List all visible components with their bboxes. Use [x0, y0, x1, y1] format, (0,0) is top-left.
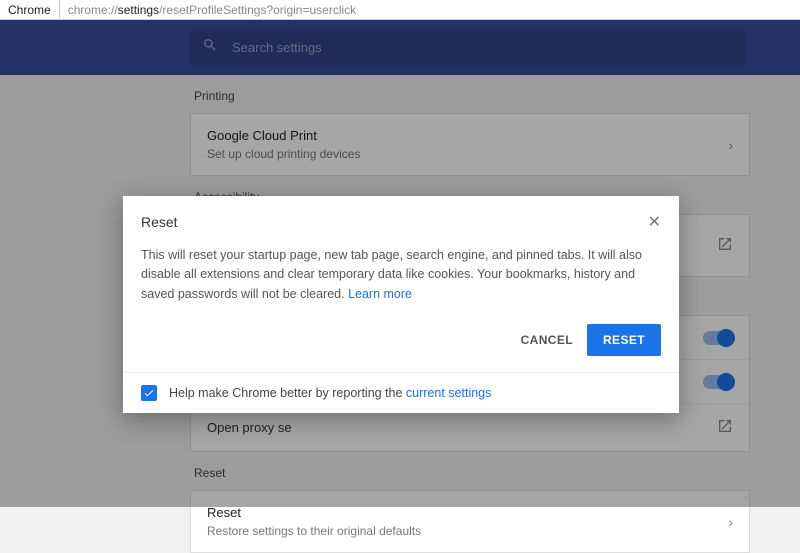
printing-card: Google Cloud Print Set up cloud printing… — [190, 113, 750, 176]
omnibox: Chrome chrome://settings/resetProfileSet… — [0, 0, 800, 20]
reset-row[interactable]: Reset Restore settings to their original… — [191, 491, 749, 552]
search-placeholder: Search settings — [232, 40, 322, 55]
url-host: settings — [118, 3, 159, 17]
external-link-icon — [717, 418, 733, 437]
close-icon[interactable]: ✕ — [648, 212, 661, 232]
report-label: Help make Chrome better by reporting the… — [169, 386, 491, 400]
chevron-right-icon: › — [728, 137, 733, 153]
reset-card: Reset Restore settings to their original… — [190, 490, 750, 553]
row-subtitle: Set up cloud printing devices — [207, 147, 360, 161]
search-icon — [202, 37, 218, 58]
section-printing-label: Printing — [194, 89, 750, 103]
url-bar[interactable]: chrome://settings/resetProfileSettings?o… — [60, 3, 364, 17]
row-title: Reset — [207, 505, 421, 520]
reset-button[interactable]: RESET — [587, 324, 661, 356]
app-label: Chrome — [0, 0, 60, 19]
row-title: Open proxy se — [207, 420, 292, 435]
report-checkbox[interactable] — [141, 385, 157, 401]
cancel-button[interactable]: CANCEL — [521, 333, 573, 347]
chevron-right-icon: › — [728, 514, 733, 530]
section-reset-label: Reset — [194, 466, 750, 480]
url-prefix: chrome:// — [68, 3, 118, 17]
url-path: /resetProfileSettings?origin=userclick — [159, 3, 356, 17]
external-link-icon — [717, 236, 733, 255]
check-icon — [143, 387, 155, 399]
learn-more-link[interactable]: Learn more — [348, 287, 412, 301]
toggle-on-icon[interactable] — [703, 375, 733, 389]
settings-header: Search settings — [0, 20, 800, 75]
current-settings-link[interactable]: current settings — [406, 386, 491, 400]
dialog-title: Reset — [141, 214, 178, 230]
row-subtitle: Restore settings to their original defau… — [207, 524, 421, 538]
reset-dialog: Reset ✕ This will reset your startup pag… — [123, 196, 679, 413]
dialog-body: This will reset your startup page, new t… — [123, 240, 679, 318]
watermark: wsxdn.com — [744, 492, 794, 503]
toggle-on-icon[interactable] — [703, 331, 733, 345]
google-cloud-print-row[interactable]: Google Cloud Print Set up cloud printing… — [191, 114, 749, 175]
search-settings-input[interactable]: Search settings — [190, 31, 745, 65]
row-title: Google Cloud Print — [207, 128, 360, 143]
